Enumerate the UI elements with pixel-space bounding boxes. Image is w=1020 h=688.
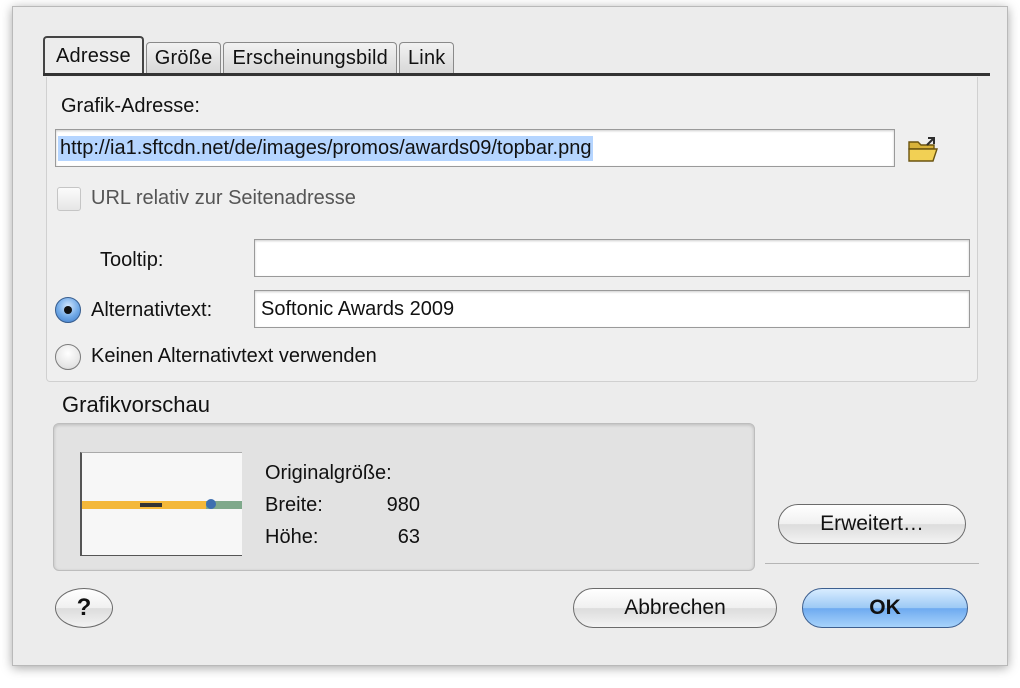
button-separator [765, 563, 979, 564]
folder-open-icon[interactable] [906, 135, 940, 165]
relative-url-checkbox[interactable] [57, 187, 81, 211]
tab-link[interactable]: Link [398, 42, 455, 74]
alt-text-input[interactable]: Softonic Awards 2009 [254, 290, 970, 328]
width-label: Breite: [265, 494, 323, 516]
no-alt-text-radio[interactable] [55, 344, 81, 370]
relative-url-label: URL relativ zur Seitenadresse [91, 187, 356, 209]
tab-adresse[interactable]: Adresse [43, 36, 144, 74]
image-address-input[interactable]: http://ia1.sftcdn.net/de/images/promos/a… [55, 129, 895, 167]
ok-button[interactable]: OK [802, 588, 968, 628]
preview-panel: Originalgröße: Breite: 980 Höhe: 63 [53, 423, 755, 571]
tab-groesse[interactable]: Größe [145, 42, 222, 74]
image-address-label: Grafik-Adresse: [61, 95, 200, 117]
no-alt-text-label: Keinen Alternativtext verwenden [91, 345, 377, 367]
image-properties-dialog: Adresse Größe Erscheinungsbild Link Graf… [12, 6, 1008, 666]
tab-erscheinungsbild[interactable]: Erscheinungsbild [223, 42, 397, 74]
cancel-button[interactable]: Abbrechen [573, 588, 777, 628]
tab-bar: Adresse Größe Erscheinungsbild Link [43, 36, 456, 74]
height-label: Höhe: [265, 526, 319, 548]
address-panel: Grafik-Adresse: http://ia1.sftcdn.net/de… [46, 77, 978, 382]
advanced-button[interactable]: Erweitert… [778, 504, 966, 544]
tooltip-label: Tooltip: [100, 249, 164, 271]
original-size-label: Originalgröße: [265, 462, 392, 484]
preview-heading: Grafikvorschau [62, 392, 210, 417]
alt-text-label: Alternativtext: [91, 299, 213, 321]
width-value: 980 [386, 494, 420, 516]
help-button[interactable]: ? [55, 588, 113, 628]
image-address-value: http://ia1.sftcdn.net/de/images/promos/a… [58, 135, 594, 161]
alt-text-radio[interactable] [55, 297, 81, 323]
image-thumbnail [80, 452, 242, 556]
tooltip-input[interactable] [254, 239, 970, 277]
thumbnail-banner [82, 499, 242, 509]
tab-divider [43, 73, 990, 76]
height-value: 63 [397, 526, 420, 548]
